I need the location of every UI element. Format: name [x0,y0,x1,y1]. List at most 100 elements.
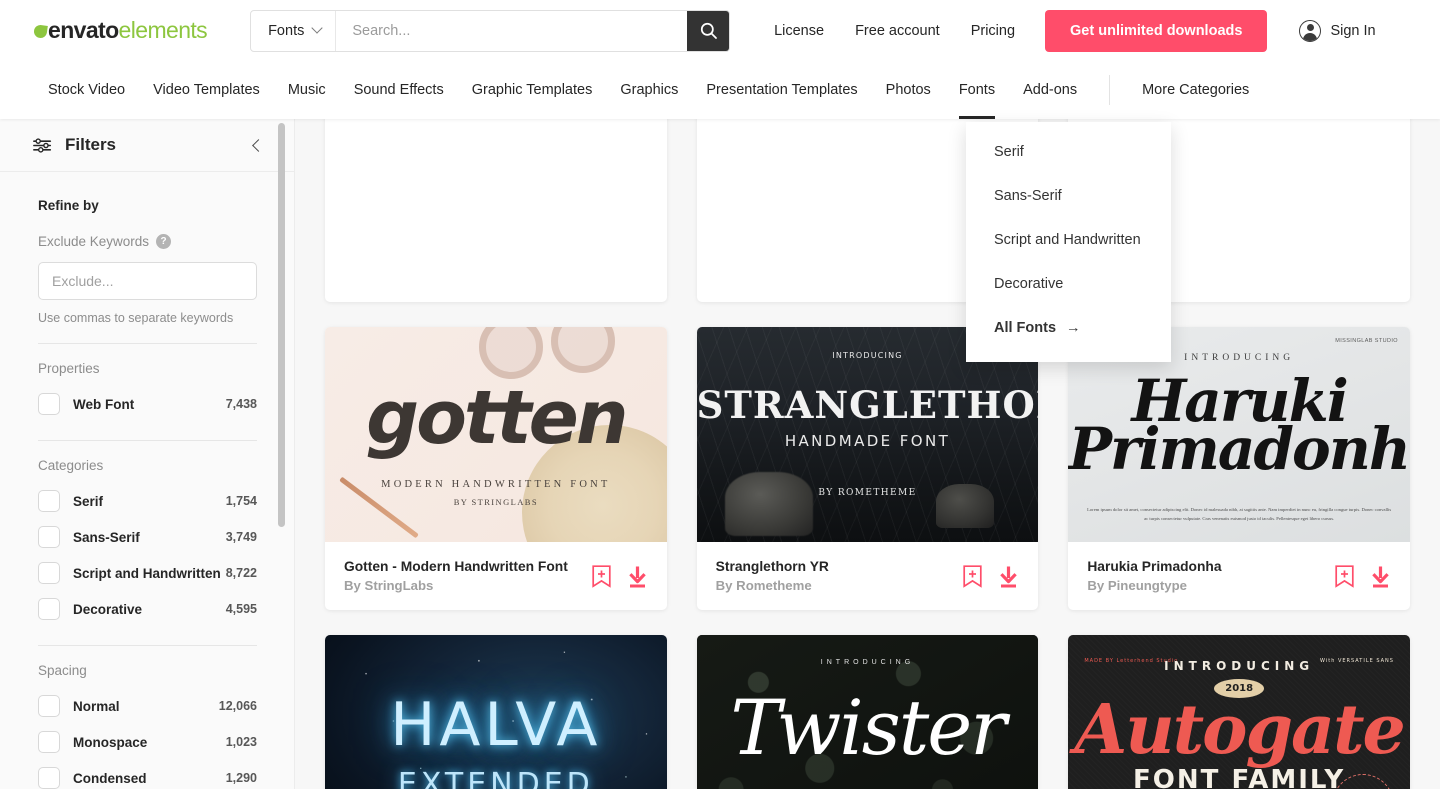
envato-elements-logo[interactable]: envato elements [33,17,208,44]
results-grid: gotten MODERN HANDWRITTEN FONT BY STRING… [325,119,1410,789]
filter-row-decorative[interactable]: Decorative 4,595 [38,591,257,627]
card-author[interactable]: By StringLabs [344,578,568,593]
checkbox-web-font[interactable] [38,393,60,415]
filter-label-serif: Serif [73,493,104,509]
card-thumbnail[interactable]: gotten MODERN HANDWRITTEN FONT BY STRING… [325,327,667,542]
font-card-harukia-primadonha[interactable]: MISSINGLAB STUDIO INTRODUCING Haruki Pri… [1068,327,1410,610]
card-thumbnail[interactable]: INTRODUCING Twister SIGNATURE COLLECTION [696,635,1039,789]
filter-row-web-font[interactable]: Web Font 7,438 [38,386,257,422]
search-submit-button[interactable] [687,10,730,51]
search-bar: Fonts [250,9,731,52]
filter-row-script-and-handwritten[interactable]: Script and Handwritten 8,722 [38,555,257,591]
filter-label-condensed: Condensed [73,770,147,786]
filter-label-web-font: Web Font [73,396,135,412]
bookmark-plus-icon[interactable] [1335,564,1354,588]
thumb-paragraph: Lorem ipsum dolor sit amet, consectetur … [1087,507,1392,522]
filter-row-condensed[interactable]: Condensed 1,290 [38,760,257,789]
filter-row-normal[interactable]: Normal 12,066 [38,688,257,724]
filters-sidebar: Filters Refine by Exclude Keywords ? Use… [0,119,295,789]
subnav-item-graphic-templates[interactable]: Graphic Templates [458,61,607,119]
thumb-intro: INTRODUCING [820,659,915,666]
checkbox-normal[interactable] [38,695,60,717]
logo-text-elements: elements [118,17,208,43]
filter-row-sans-serif[interactable]: Sans-Serif 3,749 [38,519,257,555]
subnav-item-video-templates[interactable]: Video Templates [139,61,274,119]
dropdown-item-decorative[interactable]: Decorative [994,276,1171,292]
checkbox-condensed[interactable] [38,767,60,789]
bookmark-plus-icon[interactable] [963,564,982,588]
filters-title: Filters [65,135,117,154]
get-unlimited-downloads-button[interactable]: Get unlimited downloads [1045,9,1268,52]
card-title[interactable]: Stranglethorn YR [716,559,829,574]
card-thumbnail[interactable]: MADE BY Letterhend Studio With VERSATILE… [1068,635,1410,789]
font-card-autogate-font-duo[interactable]: MADE BY Letterhend Studio With VERSATILE… [1068,635,1410,789]
checkbox-monospace[interactable] [38,731,60,753]
filters-scroll-area[interactable]: Refine by Exclude Keywords ? Use commas … [0,172,294,789]
search-category-select[interactable]: Fonts [251,10,337,51]
download-icon[interactable] [1370,565,1391,588]
header-link-pricing[interactable]: Pricing [971,23,1015,39]
card-title[interactable]: Gotten - Modern Handwritten Font [344,559,568,574]
card-author[interactable]: By Rometheme [716,578,829,593]
card-author[interactable]: By Pineungtype [1087,578,1221,593]
sign-in-button[interactable]: Sign In [1299,19,1376,42]
user-avatar-icon [1299,19,1322,42]
subnav-item-graphics[interactable]: Graphics [606,61,692,119]
card-title[interactable]: Harukia Primadonha [1087,559,1221,574]
header-link-free-account[interactable]: Free account [855,23,940,39]
filters-header: Filters [0,119,294,172]
thumb-word: HALVA [390,690,602,760]
dropdown-item-serif[interactable]: Serif [994,144,1171,160]
chevron-down-icon [311,21,324,34]
sidebar-scrollbar-thumb[interactable] [278,123,285,527]
filter-group-title-categories: Categories [38,458,104,473]
header-links: License Free account Pricing [774,23,1015,39]
header-link-license[interactable]: License [774,23,824,39]
exclude-keywords-input[interactable] [38,262,257,300]
filter-count-sans-serif: 3,749 [225,530,257,544]
subnav-item-fonts[interactable]: Fonts [945,61,1009,119]
font-card-twister-handwritten-script[interactable]: INTRODUCING Twister SIGNATURE COLLECTION… [696,635,1039,789]
filter-group-title-spacing: Spacing [38,663,87,678]
font-card-halva-extended[interactable]: HALVA EXTENDED Halva Extended By shirong… [325,635,667,789]
checkbox-sans-serif[interactable] [38,526,60,548]
subnav-item-music[interactable]: Music [274,61,340,119]
search-results: gotten MODERN HANDWRITTEN FONT BY STRING… [295,119,1440,789]
font-card-stranglethorn-yr[interactable]: INTRODUCING STRANGLETHORN HANDMADE FONT … [696,327,1039,610]
subnav-item-add-ons[interactable]: Add-ons [1009,61,1091,119]
fonts-dropdown-menu: Serif Sans-Serif Script and Handwritten … [966,122,1171,362]
filter-row-serif[interactable]: Serif 1,754 [38,483,257,519]
thumb-brand: MISSINGLAB STUDIO [1335,338,1398,344]
subnav-item-more-categories[interactable]: More Categories [1128,61,1263,119]
card-thumbnail[interactable]: HALVA EXTENDED [325,635,667,789]
card-info: Gotten - Modern Handwritten Font By Stri… [344,559,568,593]
filter-count-script-and-handwritten: 8,722 [225,566,257,580]
thumb-word: STRANGLETHORN [696,383,1039,427]
search-input[interactable] [336,10,688,51]
thumb-subtitle: EXTENDED [397,767,594,789]
thumb-subtitle: HANDMADE FONT [784,432,951,450]
dropdown-item-all-fonts[interactable]: All Fonts → [994,320,1171,336]
subnav-item-sound-effects[interactable]: Sound Effects [340,61,458,119]
filter-row-monospace[interactable]: Monospace 1,023 [38,724,257,760]
collapse-sidebar-button[interactable] [246,135,266,155]
card-partial-top[interactable] [325,119,667,302]
thumb-word: gotten [366,375,628,461]
subnav-item-presentation-templates[interactable]: Presentation Templates [692,61,871,119]
thumbnail-artwork-halva: HALVA EXTENDED [325,635,667,789]
subnav-item-stock-video[interactable]: Stock Video [34,61,139,119]
font-card-gotten[interactable]: gotten MODERN HANDWRITTEN FONT BY STRING… [325,327,667,610]
checkbox-script-and-handwritten[interactable] [38,562,60,584]
checkbox-serif[interactable] [38,490,60,512]
dropdown-item-script-and-handwritten[interactable]: Script and Handwritten [994,232,1171,248]
divider [38,645,257,646]
checkbox-decorative[interactable] [38,598,60,620]
subnav-item-photos[interactable]: Photos [872,61,945,119]
bookmark-plus-icon[interactable] [592,564,611,588]
dropdown-item-sans-serif[interactable]: Sans-Serif [994,188,1171,204]
question-mark-icon[interactable]: ? [156,234,172,249]
filter-count-decorative: 4,595 [225,602,257,616]
download-icon[interactable] [998,565,1019,588]
download-icon[interactable] [627,565,648,588]
card-actions [1335,564,1391,588]
